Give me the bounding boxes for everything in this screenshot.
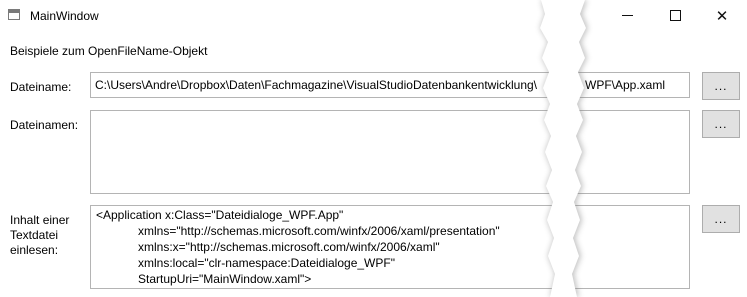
browse-file-button[interactable]: ... [702, 72, 740, 100]
filename-textbox[interactable]: C:\Users\Andre\Dropbox\Daten\Fachmagazin… [90, 72, 690, 98]
title-bar[interactable]: MainWindow ✕ [0, 0, 747, 32]
close-icon: ✕ [715, 7, 729, 25]
maximize-button[interactable] [652, 0, 698, 31]
minimize-button[interactable] [604, 0, 650, 31]
code-line: <Application x:Class="Dateidialoge_WPF.A… [96, 208, 344, 222]
code-line: xmlns:x="http://schemas.microsoft.com/wi… [138, 240, 440, 254]
code-line: xmlns="http://schemas.microsoft.com/winf… [138, 224, 500, 238]
window-title: MainWindow [30, 9, 99, 23]
filename-value-end: WPF\App.xaml [585, 78, 666, 92]
page-heading: Beispiele zum OpenFileName-Objekt [10, 44, 208, 58]
window-icon [8, 9, 20, 20]
content-label-line: Inhalt einer [10, 213, 70, 227]
browse-content-button[interactable]: ... [702, 205, 740, 233]
content-textbox[interactable]: <Application x:Class="Dateidialoge_WPF.A… [90, 205, 690, 289]
code-line: StartupUri="MainWindow.xaml"> [138, 272, 312, 286]
content-label-line: Textdatei [10, 228, 59, 242]
filenames-textbox[interactable] [90, 110, 690, 194]
minimize-icon [621, 15, 633, 16]
maximize-icon [669, 10, 681, 21]
browse-files-button[interactable]: ... [702, 110, 740, 138]
content-label: Inhalt einer Textdatei einlesen: [10, 213, 90, 258]
filename-value-start: C:\Users\Andre\Dropbox\Daten\Fachmagazin… [95, 78, 538, 92]
close-button[interactable]: ✕ [699, 0, 745, 31]
torn-edge-overlay [540, 0, 588, 297]
content-label-line: einlesen: [10, 243, 59, 257]
code-line: xmlns:local="clr-namespace:Dateidialoge_… [138, 256, 395, 270]
filename-label: Dateiname: [10, 80, 72, 94]
filenames-label: Dateinamen: [10, 118, 79, 132]
